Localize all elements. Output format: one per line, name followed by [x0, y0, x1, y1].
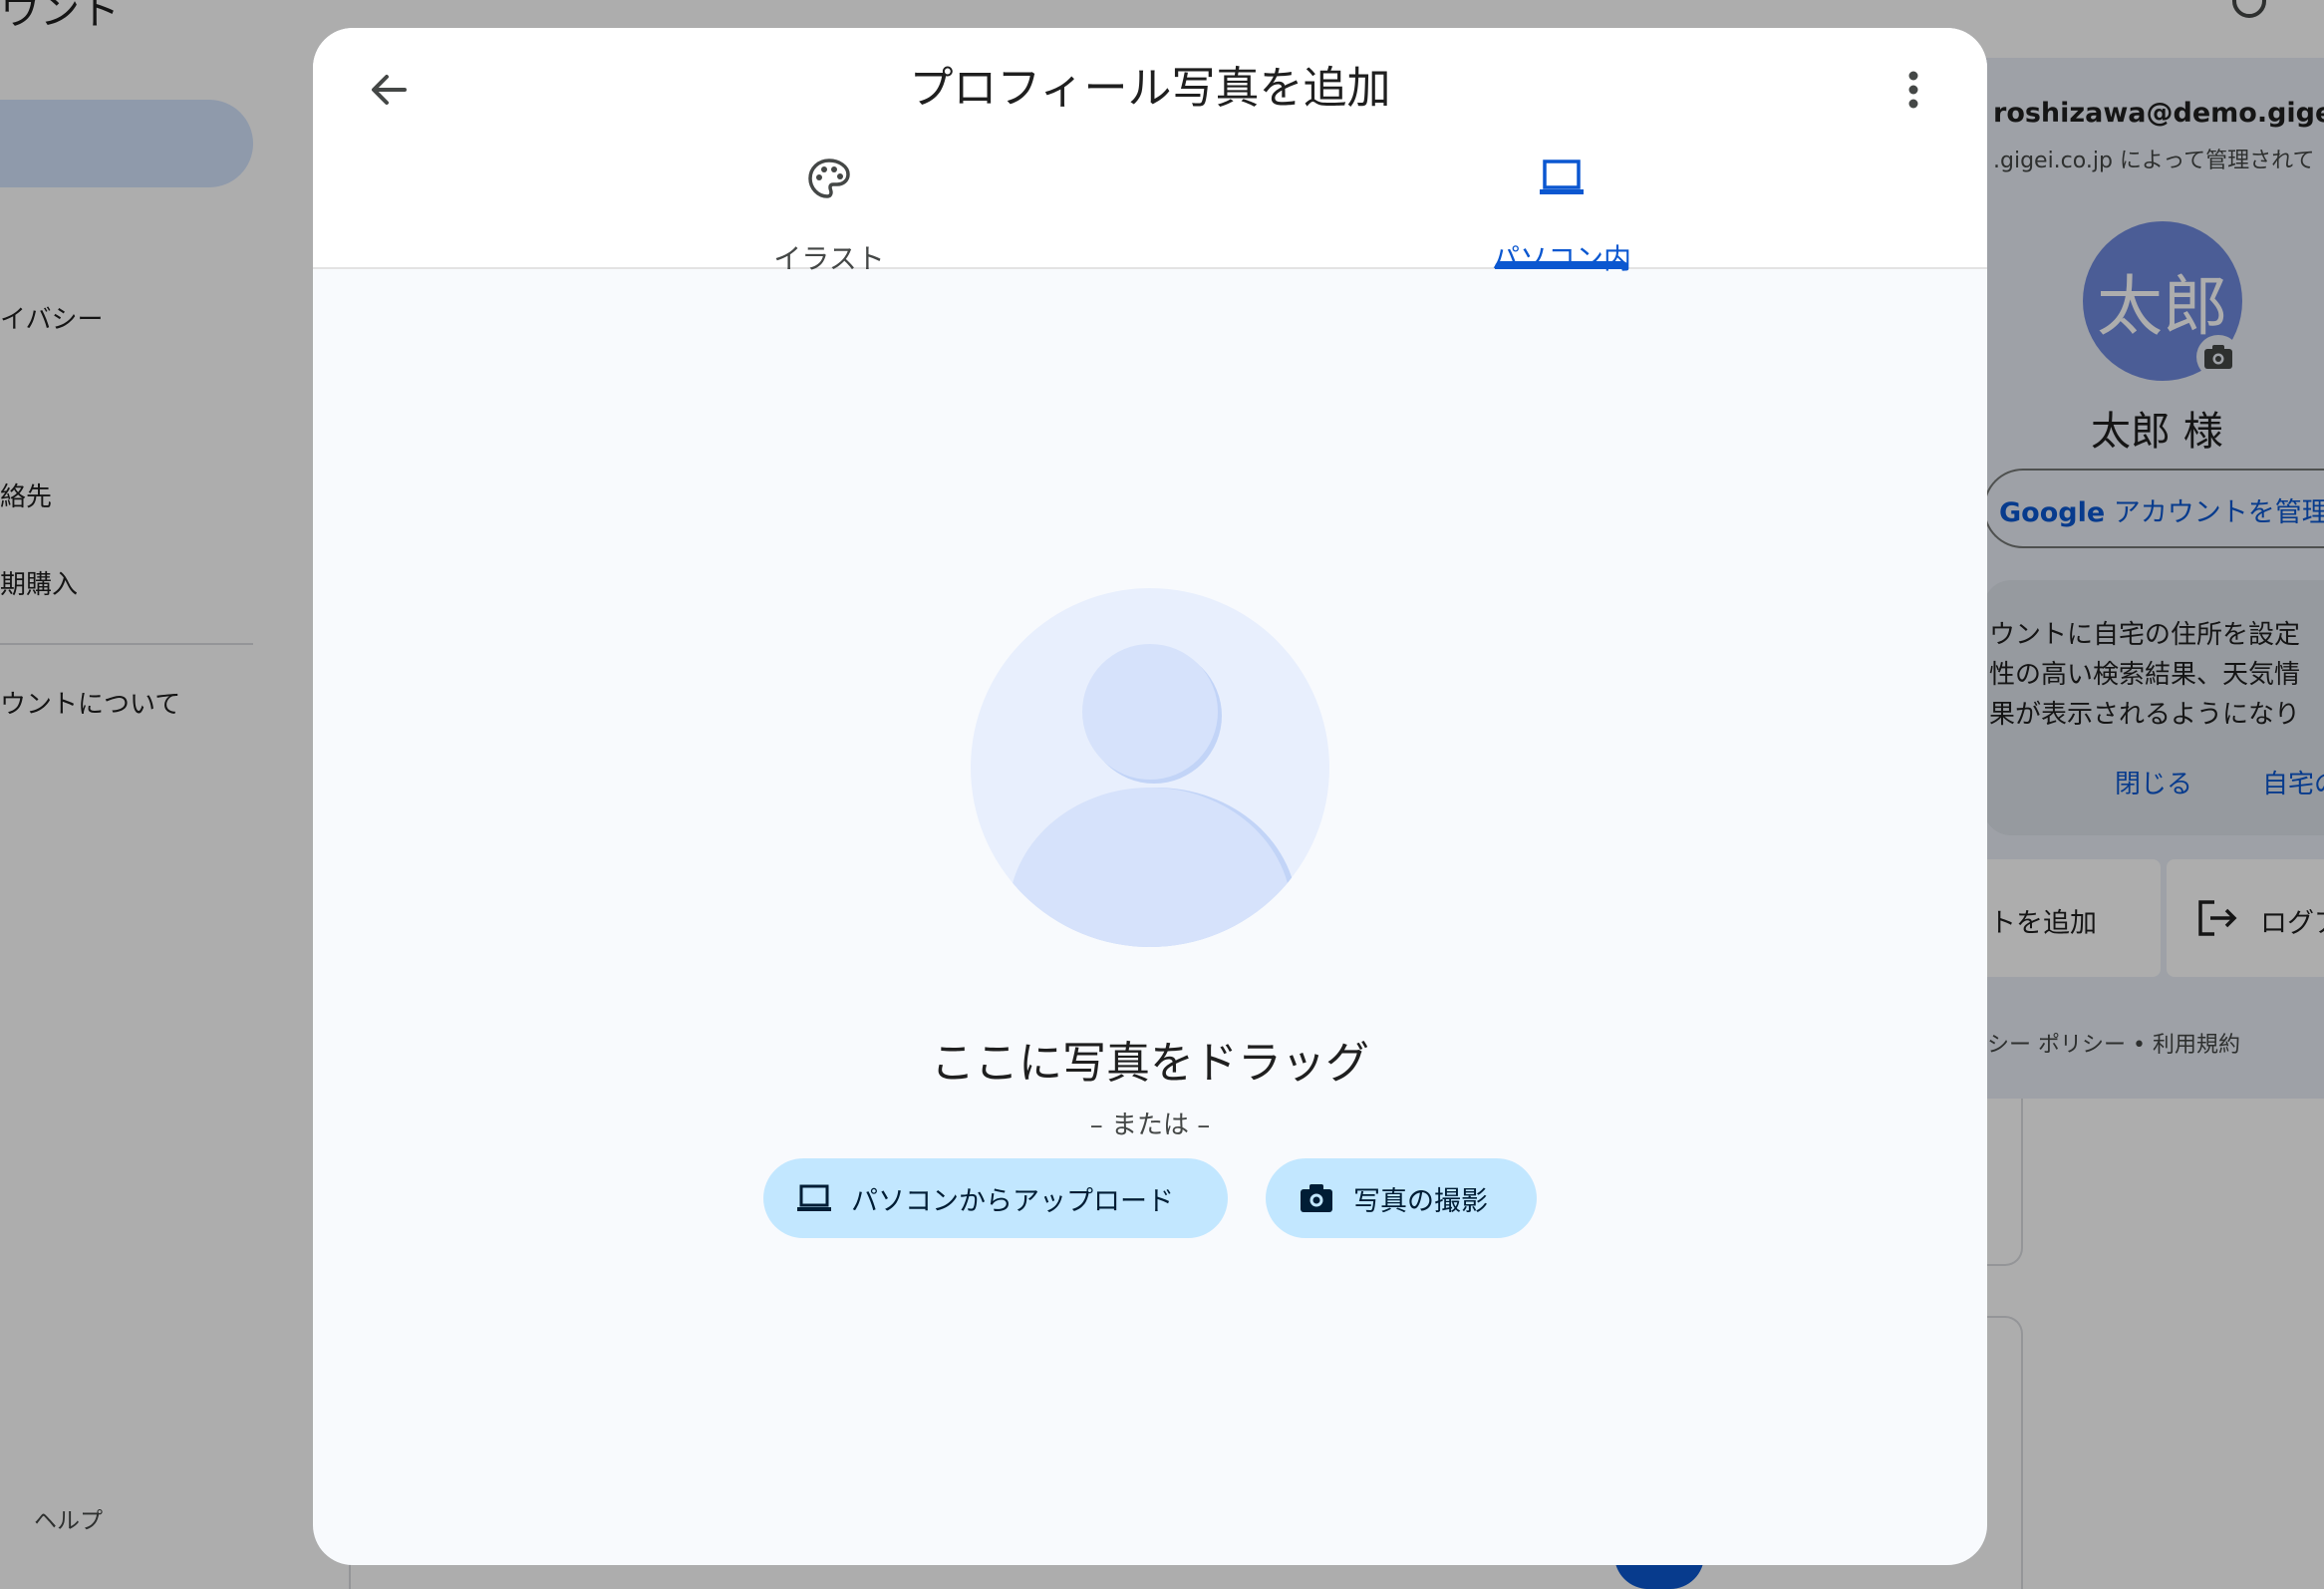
drag-photo-title: ここに写真をドラッグ [931, 1038, 1369, 1089]
take-photo-button[interactable]: 写真の撮影 [1266, 1158, 1537, 1238]
tab-label: パソコン内 [1491, 242, 1631, 275]
or-separator: – または – [1089, 1111, 1211, 1140]
palette-icon [620, 158, 1038, 203]
avatar-placeholder-icon [971, 588, 1329, 947]
tab-illustration[interactable]: イラスト [620, 158, 1038, 275]
take-photo-label: 写真の撮影 [1353, 1185, 1488, 1217]
dialog-header: プロフィール写真を追加 イラスト パソコン内 [313, 28, 1987, 275]
tab-label: イラスト [773, 242, 885, 275]
tab-computer[interactable]: パソコン内 [1352, 158, 1771, 275]
laptop-icon [1352, 158, 1771, 203]
tab-indicator [1495, 261, 1628, 269]
laptop-icon [797, 1184, 831, 1211]
more-vert-icon [1908, 71, 1918, 109]
upload-button-label: パソコンからアップロード [851, 1185, 1174, 1217]
dialog-title: プロフィール写真を追加 [909, 63, 1391, 114]
more-options-button[interactable] [1878, 54, 1949, 126]
back-button[interactable] [353, 54, 425, 126]
upload-from-computer-button[interactable]: パソコンからアップロード [763, 1158, 1228, 1238]
camera-icon [1301, 1184, 1332, 1212]
add-profile-photo-dialog: プロフィール写真を追加 イラスト パソコン内 ここに写真をドラッグ – または … [313, 28, 1987, 1565]
arrow-back-icon [372, 75, 407, 105]
